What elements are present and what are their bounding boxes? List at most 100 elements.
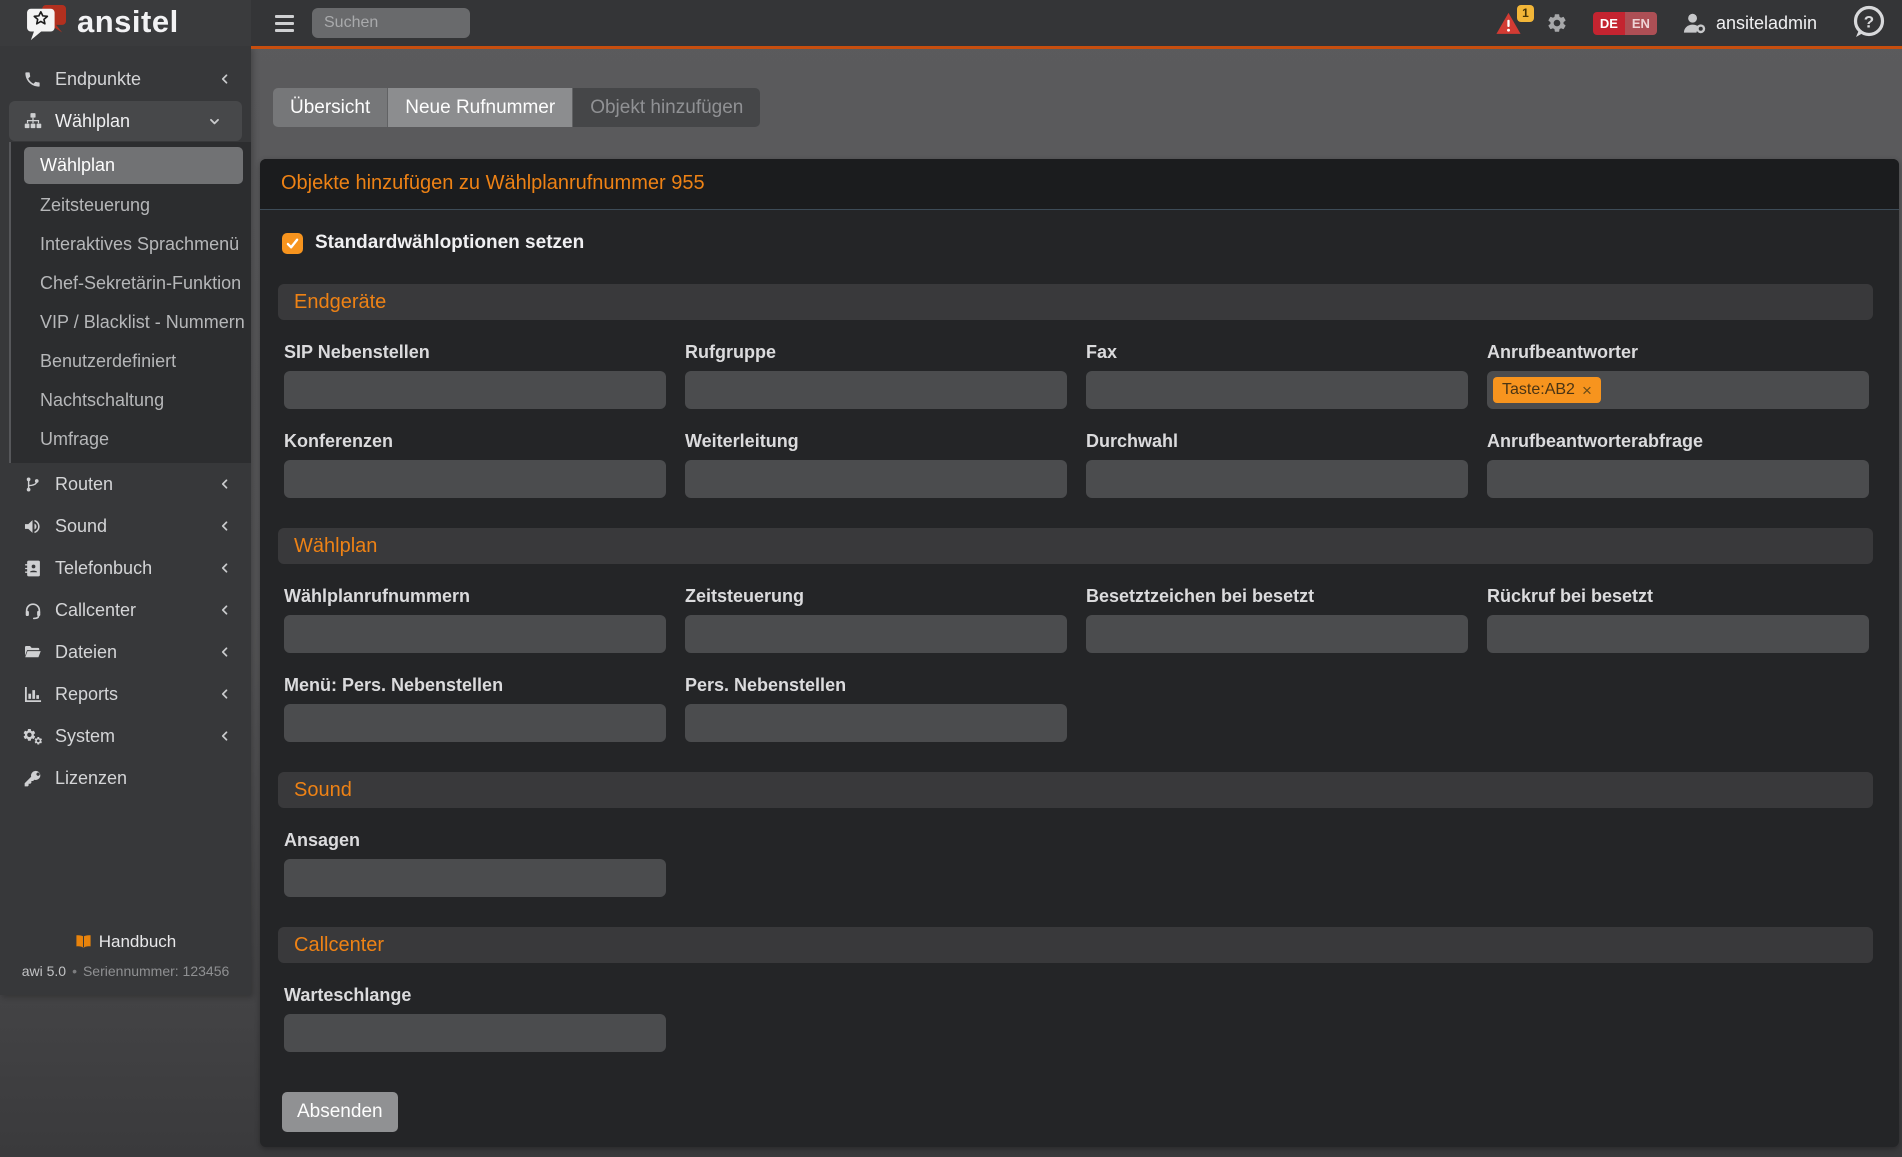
sidebar: EndpunkteWählplanWählplanZeitsteuerungIn… [0, 46, 251, 995]
input-durchwahl[interactable] [1086, 460, 1468, 498]
sidebar-item-reports[interactable]: Reports [0, 673, 251, 715]
alerts-button[interactable]: 1 [1496, 12, 1521, 35]
sidebar-item-routen[interactable]: Routen [0, 463, 251, 505]
search-box [312, 8, 470, 38]
address-book-icon [22, 559, 43, 578]
form-body: Standardwähloptionen setzen EndgeräteSIP… [260, 210, 1899, 1146]
standard-options-label: Standardwähloptionen setzen [315, 232, 584, 254]
page-tabs: ÜbersichtNeue RufnummerObjekt hinzufügen [273, 88, 760, 127]
field-durchwahl: Durchwahl [1086, 409, 1468, 498]
standard-options-checkbox[interactable] [282, 233, 303, 254]
version-info: awi 5.0•Seriennummer: 123456 [0, 963, 251, 979]
key-icon [22, 769, 43, 788]
input-zeitsteuerung[interactable] [685, 615, 1067, 653]
sidebar-item-label: Lizenzen [55, 768, 127, 789]
app-logo[interactable]: ansitel [0, 0, 251, 46]
input-weiterleitung[interactable] [685, 460, 1067, 498]
field-label-konferenzen: Konferenzen [284, 431, 666, 452]
tag-chip-label: Taste:AB2 [1502, 381, 1575, 399]
input-rufgruppe[interactable] [685, 371, 1067, 409]
input-ansagen[interactable] [284, 859, 666, 897]
field-label-anrufbeantworterabfrage: Anrufbeantworterabfrage [1487, 431, 1869, 452]
input-besetztzeichen-bei-besetzt[interactable] [1086, 615, 1468, 653]
sidebar-item-label: Routen [55, 474, 113, 495]
submenu-item-interaktives-sprachmen[interactable]: Interaktives Sprachmenü [11, 225, 251, 264]
input-sip-nebenstellen[interactable] [284, 371, 666, 409]
section-header-w-hlplan: Wählplan [278, 528, 1873, 564]
field-weiterleitung: Weiterleitung [685, 409, 1067, 498]
help-button[interactable]: ? [1848, 3, 1888, 43]
field-label-weiterleitung: Weiterleitung [685, 431, 1067, 452]
lang-en-button[interactable]: EN [1625, 12, 1657, 35]
chevron-left-icon [219, 729, 231, 743]
menu-toggle-icon[interactable] [272, 12, 297, 35]
sidebar-item-label: Callcenter [55, 600, 136, 621]
chevron-left-icon [219, 603, 231, 617]
submenu-item-nachtschaltung[interactable]: Nachtschaltung [11, 381, 251, 420]
logo-speech-bubbles-icon [26, 4, 68, 42]
remove-tag-icon[interactable]: × [1582, 382, 1592, 399]
sidebar-item-dateien[interactable]: Dateien [0, 631, 251, 673]
tab-objekt-hinzuf-gen: Objekt hinzufügen [572, 88, 760, 127]
section-header-sound: Sound [278, 772, 1873, 808]
serial-label: Seriennummer: 123456 [83, 963, 229, 979]
version-label: awi 5.0 [22, 963, 66, 979]
sidebar-item-label: Wählplan [55, 111, 130, 132]
lang-de-button[interactable]: DE [1593, 12, 1625, 35]
sidebar-menu: EndpunkteWählplanWählplanZeitsteuerungIn… [0, 46, 251, 799]
section-fields-endger-te: SIP NebenstellenRufgruppeFaxAnrufbeantwo… [278, 320, 1873, 498]
folder-open-icon [22, 643, 43, 661]
sidebar-item-w-hlplan[interactable]: Wählplan [9, 101, 242, 141]
field-label-besetztzeichen-bei-besetzt: Besetztzeichen bei besetzt [1086, 586, 1468, 607]
chevron-left-icon [219, 645, 231, 659]
tab-bersicht[interactable]: Übersicht [273, 88, 387, 127]
submenu-item-umfrage[interactable]: Umfrage [11, 420, 251, 459]
submenu-item-benutzerdefiniert[interactable]: Benutzerdefiniert [11, 342, 251, 381]
main-content: ÜbersichtNeue RufnummerObjekt hinzufügen… [251, 49, 1902, 1157]
sidebar-item-system[interactable]: System [0, 715, 251, 757]
search-input[interactable] [312, 8, 470, 38]
field-konferenzen: Konferenzen [284, 409, 666, 498]
input-warteschlange[interactable] [284, 1014, 666, 1052]
manual-link[interactable]: Handbuch [75, 932, 177, 952]
phone-icon [22, 70, 43, 89]
cogs-icon [22, 727, 43, 746]
input-pers-nebenstellen[interactable] [685, 704, 1067, 742]
settings-button[interactable] [1546, 12, 1568, 34]
submenu-item-w-hlplan[interactable]: Wählplan [24, 147, 243, 184]
volume-icon [22, 517, 43, 536]
field-label-w-hlplanrufnummern: Wählplanrufnummern [284, 586, 666, 607]
input-fax[interactable] [1086, 371, 1468, 409]
submit-button[interactable]: Absenden [282, 1092, 398, 1132]
sidebar-item-lizenzen[interactable]: Lizenzen [0, 757, 251, 799]
sidebar-item-callcenter[interactable]: Callcenter [0, 589, 251, 631]
topbar: ansitel 1 DE EN [0, 0, 1902, 46]
tag-input-anrufbeantworter[interactable]: Taste:AB2 × [1487, 371, 1869, 409]
sidebar-item-endpunkte[interactable]: Endpunkte [0, 58, 251, 100]
submenu-item-zeitsteuerung[interactable]: Zeitsteuerung [11, 186, 251, 225]
standard-options-row[interactable]: Standardwähloptionen setzen [282, 232, 1873, 254]
user-menu[interactable]: ansiteladmin [1682, 12, 1817, 34]
input-men-pers-nebenstellen[interactable] [284, 704, 666, 742]
field-zeitsteuerung: Zeitsteuerung [685, 564, 1067, 653]
chevron-left-icon [219, 477, 231, 491]
sidebar-item-telefonbuch[interactable]: Telefonbuch [0, 547, 251, 589]
section-header-callcenter: Callcenter [278, 927, 1873, 963]
sidebar-item-label: Reports [55, 684, 118, 705]
tag-chip-taste-ab2: Taste:AB2 × [1493, 377, 1601, 403]
tab-neue-rufnummer[interactable]: Neue Rufnummer [387, 88, 572, 127]
user-icon [1682, 12, 1707, 34]
submenu-item-vip-blacklist-nummern[interactable]: VIP / Blacklist - Nummern [11, 303, 251, 342]
input-w-hlplanrufnummern[interactable] [284, 615, 666, 653]
sidebar-item-label: Sound [55, 516, 107, 537]
sidebar-item-sound[interactable]: Sound [0, 505, 251, 547]
field-fax: Fax [1086, 320, 1468, 409]
chevron-left-icon [219, 687, 231, 701]
input-konferenzen[interactable] [284, 460, 666, 498]
input-anrufbeantworterabfrage[interactable] [1487, 460, 1869, 498]
input-r-ckruf-bei-besetzt[interactable] [1487, 615, 1869, 653]
submenu-item-chef-sekret-rin-funktion[interactable]: Chef-Sekretärin-Funktion [11, 264, 251, 303]
field-r-ckruf-bei-besetzt: Rückruf bei besetzt [1487, 564, 1869, 653]
chevron-left-icon [219, 72, 231, 86]
form-card: Objekte hinzufügen zu Wählplanrufnummer … [260, 159, 1899, 1147]
